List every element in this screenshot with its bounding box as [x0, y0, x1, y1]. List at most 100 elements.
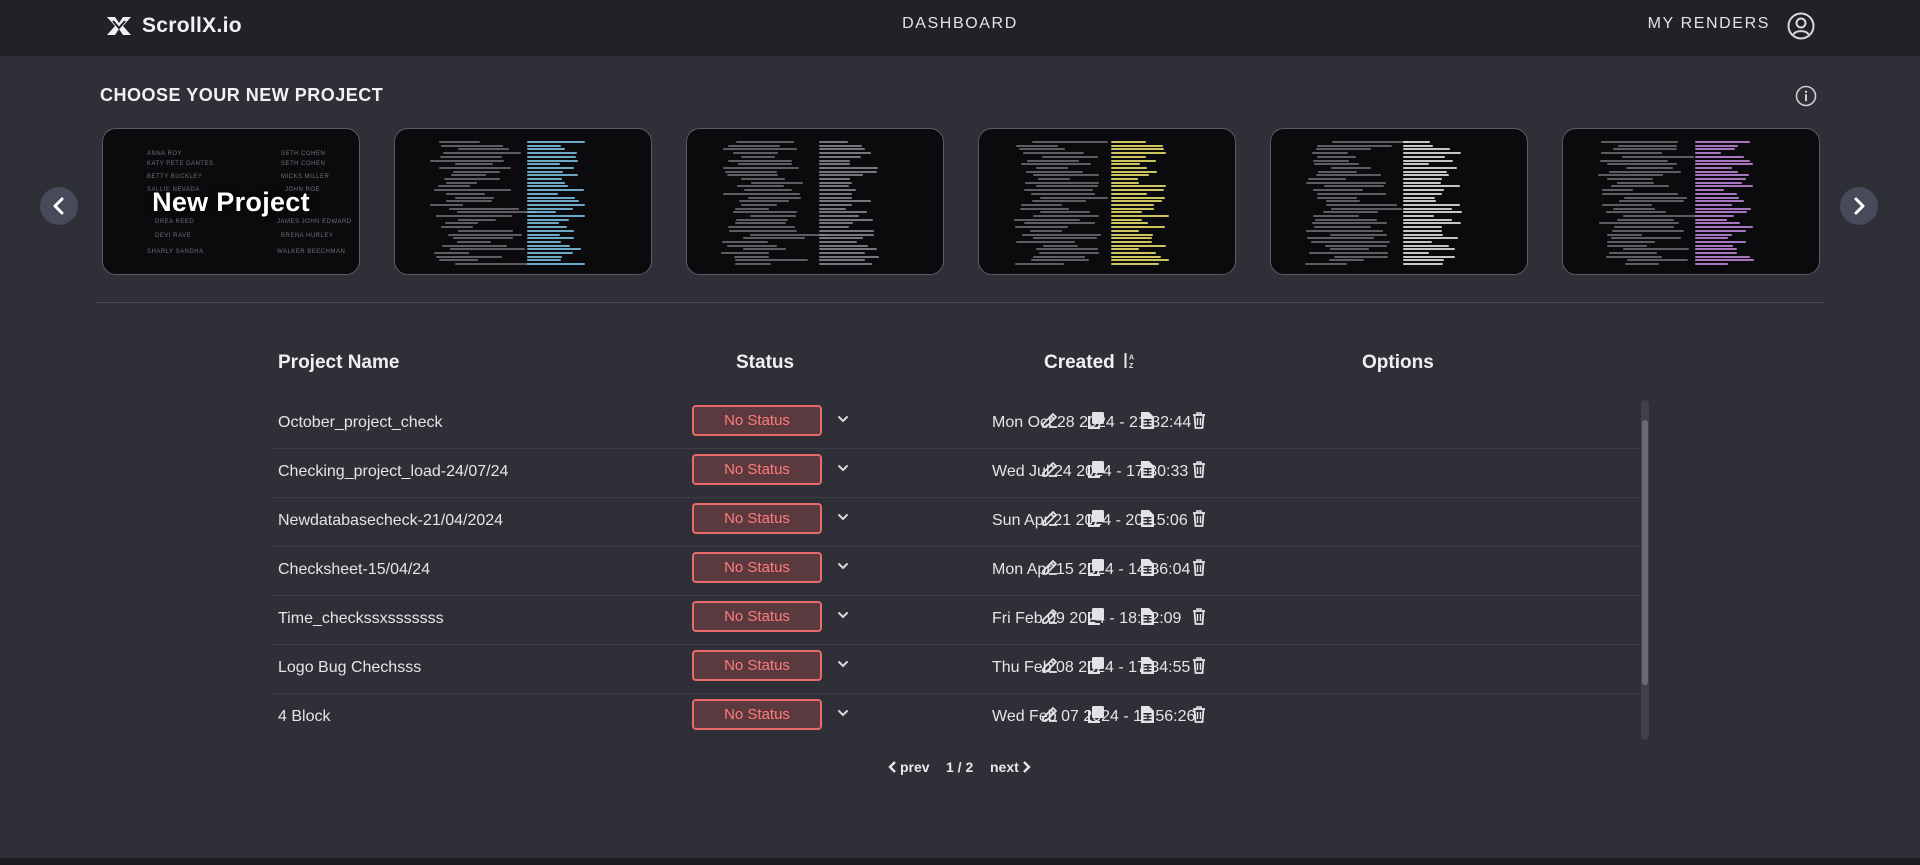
document-icon[interactable] — [1137, 459, 1157, 479]
table-scrollbar-thumb[interactable] — [1642, 420, 1648, 685]
table-row[interactable]: Checking_project_load-24/07/24 No Status W… — [270, 449, 1646, 498]
chevron-down-icon[interactable] — [836, 608, 850, 622]
status-badge[interactable]: No Status — [692, 699, 822, 730]
project-name-cell[interactable]: October_project_check — [278, 414, 443, 432]
credit-line — [1111, 192, 1147, 195]
delete-icon[interactable] — [1189, 704, 1209, 724]
status-badge[interactable]: No Status — [692, 503, 822, 534]
template-card[interactable] — [1562, 128, 1820, 275]
edit-icon[interactable] — [1040, 606, 1060, 626]
status-badge[interactable]: No Status — [692, 650, 822, 681]
credit-line — [1111, 159, 1157, 162]
document-icon[interactable] — [1137, 655, 1157, 675]
duplicate-icon[interactable] — [1086, 704, 1106, 724]
delete-icon[interactable] — [1189, 459, 1209, 479]
template-card[interactable] — [394, 128, 652, 275]
delete-icon[interactable] — [1189, 655, 1209, 675]
duplicate-icon[interactable] — [1086, 410, 1106, 430]
carousel-next-button[interactable] — [1840, 187, 1878, 225]
header-created[interactable]: Created A Z — [1044, 352, 1137, 374]
table-row[interactable]: Time_checkssxsssssss No Status Fri Feb 09 … — [270, 596, 1646, 645]
delete-icon[interactable] — [1189, 557, 1209, 577]
status-badge[interactable]: No Status — [692, 454, 822, 485]
credit-line — [453, 237, 514, 240]
pagination-prev-button[interactable]: prev — [888, 759, 930, 775]
credit-line — [819, 148, 865, 151]
credit-line — [819, 237, 864, 240]
credit-line — [1042, 244, 1078, 247]
chevron-down-icon[interactable] — [836, 559, 850, 573]
credit-line — [527, 203, 586, 206]
nav-dashboard-link[interactable]: DASHBOARD — [902, 15, 1018, 32]
credit-line — [445, 192, 485, 195]
document-icon[interactable] — [1137, 410, 1157, 430]
user-account-icon[interactable] — [1786, 11, 1816, 41]
duplicate-icon[interactable] — [1086, 606, 1106, 626]
nav-my-renders-link[interactable]: MY RENDERS — [1648, 15, 1770, 33]
table-row[interactable]: October_project_check No Status Mon Oct 28… — [270, 400, 1646, 449]
credit-line — [1695, 170, 1738, 173]
delete-icon[interactable] — [1189, 508, 1209, 528]
pagination-next-button[interactable]: next — [990, 759, 1031, 775]
carousel-prev-button[interactable] — [40, 187, 78, 225]
document-icon[interactable] — [1137, 704, 1157, 724]
chevron-down-icon[interactable] — [836, 657, 850, 671]
template-card[interactable] — [686, 128, 944, 275]
document-icon[interactable] — [1137, 557, 1157, 577]
template-card-new-project[interactable]: ANNA ROY KATY PETE DANTES BETTY BUCKLEY … — [102, 128, 360, 275]
project-name-cell[interactable]: Logo Bug Chechsss — [278, 659, 421, 677]
credit-line — [1111, 244, 1166, 247]
project-name-cell[interactable]: Newdatabasecheck-21/04/2024 — [278, 512, 503, 530]
project-name-cell[interactable]: Checking_project_load-24/07/24 — [278, 463, 508, 481]
edit-icon[interactable] — [1040, 704, 1060, 724]
project-name-cell[interactable]: Time_checkssxsssssss — [278, 610, 444, 628]
delete-icon[interactable] — [1189, 606, 1209, 626]
document-icon[interactable] — [1137, 606, 1157, 626]
table-row[interactable]: Logo Bug Chechsss No Status Thu Feb 08 202… — [270, 645, 1646, 694]
chevron-down-icon[interactable] — [836, 412, 850, 426]
edit-icon[interactable] — [1040, 459, 1060, 479]
svg-text:Z: Z — [1129, 363, 1134, 370]
status-badge[interactable]: No Status — [692, 405, 822, 436]
edit-icon[interactable] — [1040, 410, 1060, 430]
credits-preview — [409, 137, 637, 266]
duplicate-icon[interactable] — [1086, 459, 1106, 479]
credit-line — [1030, 229, 1063, 232]
status-badge[interactable]: No Status — [692, 552, 822, 583]
credit-line — [819, 240, 857, 243]
chevron-down-icon[interactable] — [836, 461, 850, 475]
project-name-cell[interactable]: Checksheet-15/04/24 — [278, 561, 430, 579]
app-logo[interactable]: ScrollX.io — [104, 14, 242, 38]
credit-line — [1036, 185, 1099, 188]
template-card[interactable] — [1270, 128, 1528, 275]
credit-line — [527, 178, 562, 180]
template-card[interactable] — [978, 128, 1236, 275]
chevron-down-icon[interactable] — [836, 706, 850, 720]
credit-line — [1026, 159, 1079, 162]
credit-line — [721, 252, 770, 254]
edit-icon[interactable] — [1040, 557, 1060, 577]
status-badge[interactable]: No Status — [692, 601, 822, 632]
table-row[interactable]: Newdatabasecheck-21/04/2024 No Status Sun … — [270, 498, 1646, 547]
delete-icon[interactable] — [1189, 410, 1209, 430]
credit-line — [1031, 192, 1095, 195]
credit-line — [1111, 189, 1164, 192]
credit-line — [527, 200, 580, 203]
chevron-down-icon[interactable] — [836, 510, 850, 524]
project-name-cell[interactable]: 4 Block — [278, 708, 330, 726]
duplicate-icon[interactable] — [1086, 655, 1106, 675]
edit-icon[interactable] — [1040, 508, 1060, 528]
document-icon[interactable] — [1137, 508, 1157, 528]
duplicate-icon[interactable] — [1086, 508, 1106, 528]
edit-icon[interactable] — [1040, 655, 1060, 675]
pagination-next-label: next — [990, 759, 1019, 775]
table-row[interactable]: 4 BlockNo StatusWed Feb 07 2024 - 18:56:… — [270, 694, 1646, 740]
duplicate-icon[interactable] — [1086, 557, 1106, 577]
table-row[interactable]: Checksheet-15/04/24 No Status Mon Apr 15 2… — [270, 547, 1646, 596]
credit-line — [1111, 174, 1149, 177]
credit-line — [1600, 141, 1678, 143]
sort-icon[interactable]: A Z — [1123, 352, 1137, 370]
credit-line — [1616, 218, 1675, 221]
credit-line — [455, 196, 495, 199]
info-icon[interactable] — [1795, 85, 1817, 107]
